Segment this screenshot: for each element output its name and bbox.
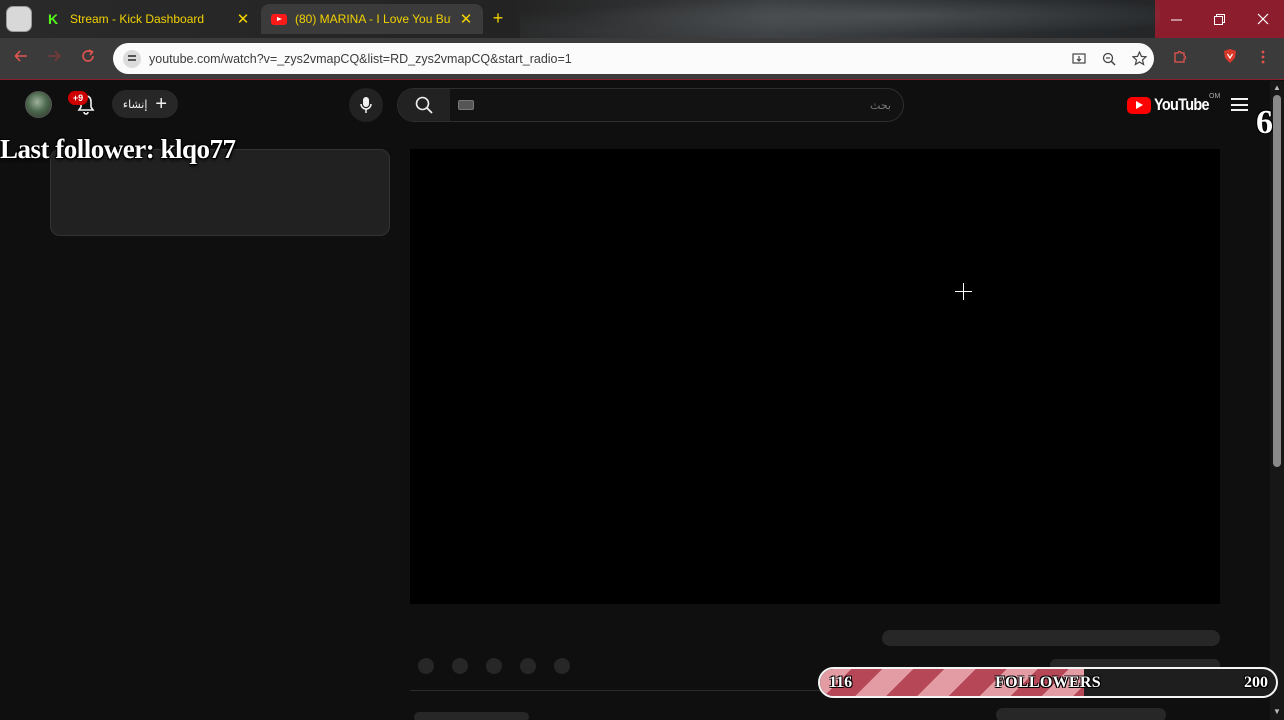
zoom-icon	[1102, 52, 1116, 66]
plus-icon: +	[155, 93, 168, 115]
follower-goal-label: FOLLOWERS	[995, 673, 1101, 691]
reload-icon	[82, 49, 94, 62]
extensions-button[interactable]	[1169, 48, 1191, 70]
youtube-play-icon	[1127, 96, 1151, 114]
crosshair-cursor-icon	[955, 283, 972, 300]
follower-goal-target: 200	[1244, 673, 1268, 691]
skeleton-dot	[554, 658, 570, 674]
close-window-button[interactable]	[1241, 0, 1284, 38]
hamburger-icon-line	[1231, 109, 1248, 111]
search-placeholder: بحث	[870, 99, 891, 112]
restore-icon	[1214, 13, 1225, 25]
puzzle-icon	[1173, 50, 1186, 63]
youtube-logo[interactable]: YouTube	[1127, 95, 1219, 115]
minimize-icon	[1171, 19, 1182, 20]
microphone-icon	[360, 97, 372, 113]
install-app-button[interactable]	[1064, 44, 1094, 74]
youtube-wordmark: YouTube	[1154, 95, 1210, 114]
new-tab-button[interactable]: +	[488, 8, 508, 28]
region-code: OM	[1209, 93, 1221, 100]
scroll-up-icon[interactable]: ▲	[1272, 83, 1282, 93]
last-follower-overlay: Last follower: klqo77	[0, 134, 236, 164]
youtube-page: +9 إنشاء + بحث YouTube OM	[0, 81, 1270, 720]
kebab-menu-icon	[1261, 50, 1265, 64]
browser-toolbar: youtube.com/watch?v=_zys2vmapCQ&list=RD_…	[0, 38, 1284, 80]
hamburger-icon-line	[1231, 103, 1248, 106]
notification-badge: +9	[68, 91, 88, 105]
skeleton-line	[414, 712, 529, 720]
minimize-button[interactable]	[1155, 0, 1198, 38]
scroll-down-icon[interactable]: ▼	[1272, 707, 1282, 717]
close-tab-icon[interactable]: ✕	[236, 10, 250, 28]
create-button[interactable]: إنشاء +	[112, 90, 178, 118]
page-scrollbar[interactable]: ▲ ▼	[1270, 81, 1284, 720]
brave-shield-button[interactable]	[1219, 48, 1241, 70]
tab-title: Stream - Kick Dashboard	[70, 12, 205, 26]
site-info-icon[interactable]	[123, 49, 141, 68]
search-box: بحث	[397, 88, 904, 122]
reload-button[interactable]	[77, 48, 99, 70]
zoom-button[interactable]	[1094, 44, 1124, 74]
back-arrow-icon	[14, 50, 27, 62]
close-tab-icon[interactable]: ✕	[459, 10, 473, 28]
guide-menu-button[interactable]	[1231, 98, 1248, 111]
tab-youtube-marina[interactable]: (80) MARINA - I Love You But I ✕	[261, 4, 483, 34]
forward-button[interactable]	[43, 48, 65, 70]
browser-profile-button[interactable]	[6, 6, 32, 32]
skeleton-dot	[520, 658, 536, 674]
address-url: youtube.com/watch?v=_zys2vmapCQ&list=RD_…	[149, 51, 572, 66]
skeleton-line	[996, 708, 1166, 720]
browser-tabstrip: K Stream - Kick Dashboard ✕ (80) MARINA …	[0, 0, 1284, 38]
keyboard-icon[interactable]	[458, 100, 474, 110]
close-icon	[1257, 13, 1268, 25]
hamburger-icon-line	[1231, 98, 1248, 100]
skeleton-dot	[452, 658, 468, 674]
video-player[interactable]	[410, 149, 1220, 604]
create-label: إنشاء	[122, 98, 148, 111]
restore-button[interactable]	[1198, 0, 1241, 38]
scrollbar-thumb[interactable]	[1273, 95, 1281, 467]
tab-title: (80) MARINA - I Love You But I	[295, 12, 451, 26]
install-icon	[1072, 52, 1086, 64]
bookmark-button[interactable]	[1124, 44, 1154, 74]
back-button[interactable]	[10, 48, 32, 70]
skeleton-dot	[418, 658, 434, 674]
tab-kick-dashboard[interactable]: K Stream - Kick Dashboard ✕	[38, 4, 260, 34]
search-icon	[415, 96, 433, 114]
corner-counter-overlay: 6	[1256, 104, 1273, 141]
youtube-icon	[271, 13, 287, 25]
avatar[interactable]	[25, 91, 52, 118]
voice-search-button[interactable]	[349, 88, 383, 122]
screen: K Stream - Kick Dashboard ✕ (80) MARINA …	[0, 0, 1284, 720]
address-bar[interactable]: youtube.com/watch?v=_zys2vmapCQ&list=RD_…	[113, 43, 1154, 74]
star-icon	[1131, 51, 1147, 66]
follower-goal-bar: 116 FOLLOWERS 200	[818, 667, 1278, 698]
skeleton-dot	[486, 658, 502, 674]
browser-menu-button[interactable]	[1252, 48, 1274, 70]
shield-icon	[1224, 49, 1236, 63]
search-input[interactable]: بحث	[450, 89, 903, 121]
search-button[interactable]	[398, 89, 450, 121]
skeleton-title	[882, 630, 1220, 646]
forward-arrow-icon	[48, 50, 61, 62]
kick-icon: K	[48, 11, 59, 27]
